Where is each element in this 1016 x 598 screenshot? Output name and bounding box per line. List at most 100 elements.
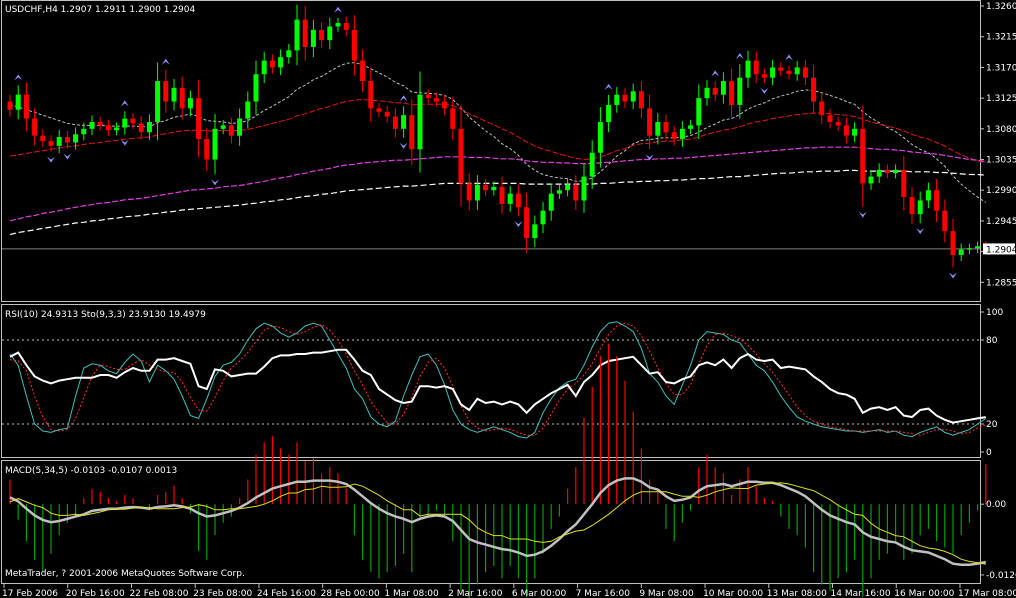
candle-body [40, 135, 46, 142]
candle-body [458, 128, 464, 184]
rsi-axis-label: 80 [986, 336, 998, 346]
candle-body [966, 248, 972, 250]
candle-body [187, 98, 193, 109]
candle-body [360, 60, 366, 82]
time-axis-label: 23 Feb 08:00 [193, 589, 252, 598]
candle-body [630, 91, 636, 102]
candle-body [573, 184, 579, 201]
time-axis-label: 22 Feb 08:00 [129, 589, 188, 598]
candle-body [32, 118, 38, 136]
candle-body [7, 101, 13, 110]
candle-body [89, 122, 95, 129]
candle-body [114, 127, 120, 131]
candle-body [909, 197, 915, 215]
candle-body [351, 29, 357, 61]
price-axis-label: 1.3035 [986, 156, 1016, 166]
candle-body [811, 77, 817, 102]
price-axis-label: 1.2945 [986, 217, 1016, 227]
time-axis-label: 6 Mar 00:00 [512, 589, 567, 598]
candle-body [524, 207, 530, 238]
price-axis-label: 1.3260 [986, 2, 1016, 12]
rsi-axis-label: 100 [986, 308, 1003, 318]
candle-body [319, 29, 325, 41]
candle-body [384, 111, 390, 117]
time-axis-label: 24 Feb 16:00 [257, 589, 316, 598]
candle-body [606, 104, 612, 122]
candle-body [753, 60, 759, 75]
price-axis-label: 1.2855 [986, 278, 1016, 288]
candle-body [163, 81, 169, 102]
candle-body [663, 122, 669, 133]
macd-axis-label: 0.00 [986, 500, 1006, 510]
candle-body [368, 81, 374, 109]
candle-body [802, 67, 808, 78]
candle-body [819, 101, 825, 116]
candle-body [556, 190, 562, 194]
candle-body [401, 115, 407, 129]
candle-body [179, 87, 185, 109]
candle-body [942, 210, 948, 232]
price-axis-label: 1.3215 [986, 33, 1016, 43]
price-axis-label: 1.3170 [986, 63, 1016, 73]
candle-body [901, 169, 907, 198]
candle-body [130, 118, 136, 124]
candle-body [688, 125, 694, 129]
candle-body [761, 74, 767, 78]
candle-body [73, 134, 79, 143]
candle-body [23, 94, 29, 119]
candle-body [499, 186, 505, 204]
candle-body [876, 169, 882, 177]
candle-body [220, 125, 226, 129]
candle-body [975, 246, 981, 249]
time-axis-label: 17 Feb 2006 [2, 589, 58, 598]
candle-body [934, 190, 940, 211]
time-axis-label: 2 Mar 16:00 [448, 589, 503, 598]
time-axis-label: 28 Feb 00:00 [321, 589, 380, 598]
rsi-axis-label: 0 [986, 448, 992, 458]
candle-body [466, 183, 472, 201]
candle-body [515, 193, 521, 208]
candle-body [48, 141, 54, 146]
candle-body [302, 19, 308, 47]
candle-body [638, 91, 644, 109]
candle-body [335, 23, 341, 27]
time-axis-label: 13 Mar 08:00 [767, 589, 827, 598]
candle-body [343, 23, 349, 30]
candle-body [146, 122, 152, 133]
macd-axis-label: -0.0126 [986, 571, 1016, 581]
candle-body [925, 190, 931, 201]
candle-body [835, 122, 841, 126]
candle-body [770, 67, 776, 78]
candle-body [786, 70, 792, 75]
candle-body [204, 139, 210, 160]
candle-body [122, 118, 128, 128]
candle-body [64, 137, 70, 143]
candle-body [581, 176, 587, 201]
metatrader-chart-window[interactable]: USDCHF,H4 1.2907 1.2911 1.2900 1.2904 1.… [0, 0, 1016, 598]
candle-body [138, 123, 144, 133]
candle-body [565, 184, 571, 191]
candle-body [827, 115, 833, 122]
candle-body [860, 128, 866, 184]
time-axis-label: 17 Mar 08:00 [958, 589, 1016, 598]
candle-body [245, 101, 251, 119]
candle-body [228, 125, 234, 136]
candle-body [171, 87, 177, 102]
candle-body [237, 118, 243, 136]
candle-body [893, 169, 899, 174]
time-axis-label: 20 Feb 16:00 [66, 589, 125, 598]
time-axis-label: 9 Mar 08:00 [639, 589, 694, 598]
candle-body [868, 176, 874, 184]
candle-body [294, 19, 300, 51]
candle-body [483, 184, 489, 191]
candle-body [745, 60, 751, 78]
candle-body [917, 200, 923, 215]
candle-body [155, 81, 161, 122]
copyright-label: MetaTrader, ? 2001-2006 MetaQuotes Softw… [5, 569, 245, 579]
candle-body [97, 122, 103, 126]
price-axis-label: 1.3125 [986, 94, 1016, 104]
candle-body [950, 231, 956, 256]
price-axis-label: 1.3080 [986, 125, 1016, 135]
candle-body [589, 152, 595, 177]
candle-body [196, 98, 202, 140]
